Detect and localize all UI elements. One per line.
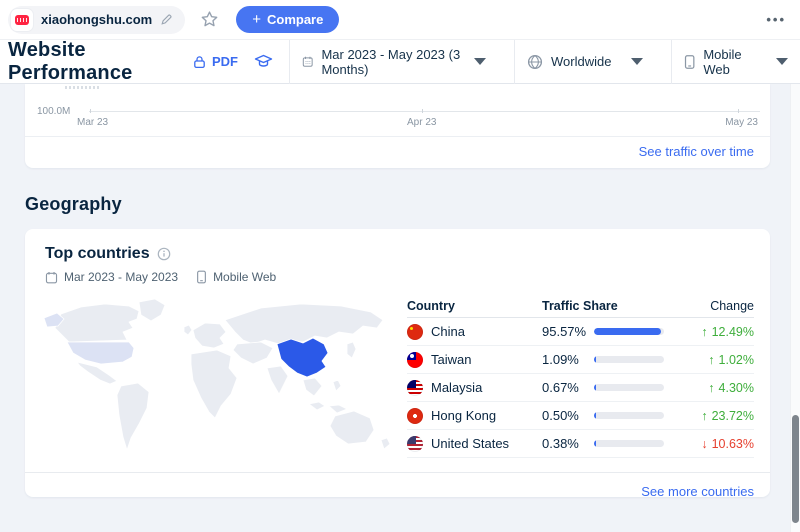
domain-selector[interactable]: xiaohongshu.com	[8, 6, 185, 34]
traffic-over-time-card: 100.0M Mar 23 Apr 23 May 23 See traffic …	[25, 84, 770, 168]
lock-icon	[193, 55, 206, 69]
see-traffic-over-time-link[interactable]: See traffic over time	[639, 144, 754, 159]
traffic-share-value: 0.50%	[542, 408, 592, 423]
page-scrollbar-track[interactable]	[790, 84, 800, 532]
change-arrow-icon: ↓	[701, 437, 707, 451]
region-dropdown[interactable]: Worldwide	[515, 40, 655, 83]
change-arrow-icon: ↑	[701, 325, 707, 339]
table-row[interactable]: United States 0.38% ↓ 10.63%	[407, 430, 754, 458]
clipped-axis-label	[65, 86, 99, 89]
divider	[25, 136, 770, 137]
united-states-flag-icon	[407, 436, 423, 452]
xiaohongshu-favicon-icon	[11, 9, 33, 31]
col-country: Country	[407, 299, 542, 313]
country-name: United States	[431, 436, 509, 451]
country-name: Hong Kong	[431, 408, 496, 423]
edit-pencil-icon[interactable]	[160, 13, 173, 26]
table-header-row: Country Traffic Share Change	[407, 294, 754, 318]
traffic-share-bar	[594, 384, 664, 391]
table-row[interactable]: Malaysia 0.67% ↑ 4.30%	[407, 374, 754, 402]
change-value: 23.72%	[712, 409, 754, 423]
traffic-share-bar	[594, 440, 664, 447]
x-axis-line	[89, 111, 760, 112]
table-row[interactable]: Hong Kong 0.50% ↑ 23.72%	[407, 402, 754, 430]
traffic-share-value: 1.09%	[542, 352, 592, 367]
y-axis-label: 100.0M	[37, 106, 70, 117]
top-countries-table: Country Traffic Share Change China 95.57…	[407, 294, 754, 463]
top-countries-title: Top countries	[45, 245, 150, 263]
change-arrow-icon: ↑	[708, 381, 714, 395]
globe-icon	[527, 54, 543, 70]
country-name: Malaysia	[431, 380, 482, 395]
traffic-share-value: 95.57%	[542, 324, 592, 339]
x-tick-apr: Apr 23	[407, 117, 436, 128]
change-value: 12.49%	[712, 325, 754, 339]
academy-cap-icon[interactable]	[254, 54, 273, 69]
calendar-icon	[45, 271, 58, 284]
info-icon[interactable]	[157, 247, 171, 261]
mobile-device-icon	[196, 270, 207, 284]
compare-label: Compare	[267, 12, 323, 27]
platform-value: Mobile Web	[703, 47, 768, 77]
date-range-value: Mar 2023 - May 2023 (3 Months)	[321, 47, 466, 77]
x-tick-mar: Mar 23	[77, 117, 108, 128]
x-tick-may: May 23	[725, 117, 758, 128]
change-value: 10.63%	[712, 437, 754, 451]
compare-button[interactable]: + Compare	[236, 6, 339, 33]
favorite-star-icon[interactable]	[199, 9, 220, 30]
table-row[interactable]: Taiwan 1.09% ↑ 1.02%	[407, 346, 754, 374]
hong-kong-flag-icon	[407, 408, 423, 424]
download-pdf-button[interactable]: PDF	[193, 54, 238, 69]
geography-section-title: Geography	[25, 194, 800, 215]
world-map	[41, 294, 397, 463]
calendar-icon	[302, 54, 313, 69]
platform-dropdown[interactable]: Mobile Web	[672, 40, 800, 83]
page-scrollbar-thumb[interactable]	[792, 415, 799, 523]
plus-icon: +	[252, 12, 261, 27]
main-content: 100.0M Mar 23 Apr 23 May 23 See traffic …	[0, 84, 800, 497]
traffic-share-bar	[594, 412, 664, 419]
chevron-down-icon	[474, 58, 486, 65]
traffic-share-value: 0.67%	[542, 380, 592, 395]
date-range-dropdown[interactable]: Mar 2023 - May 2023 (3 Months)	[290, 40, 498, 83]
chevron-down-icon	[776, 58, 788, 65]
top-countries-card: Top countries Mar 2023 - May 2023 Mobile…	[25, 229, 770, 497]
see-more-countries-link[interactable]: See more countries	[641, 484, 754, 499]
pdf-label: PDF	[212, 54, 238, 69]
malaysia-flag-icon	[407, 380, 423, 396]
traffic-share-bar	[594, 356, 664, 363]
table-row[interactable]: China 95.57% ↑ 12.49%	[407, 318, 754, 346]
change-value: 1.02%	[719, 353, 754, 367]
more-options-icon[interactable]: •••	[766, 12, 786, 27]
page-title: Website Performance	[0, 39, 193, 85]
mobile-device-icon	[684, 54, 695, 70]
change-arrow-icon: ↑	[708, 353, 714, 367]
top-bar: xiaohongshu.com + Compare •••	[0, 0, 800, 40]
country-name: Taiwan	[431, 352, 471, 367]
region-value: Worldwide	[551, 54, 611, 69]
card-date-range: Mar 2023 - May 2023	[64, 270, 178, 284]
page-header: Website Performance PDF Mar 2023 - May 2…	[0, 40, 800, 84]
chevron-down-icon	[631, 58, 643, 65]
col-traffic-share: Traffic Share	[542, 299, 660, 313]
china-flag-icon	[407, 324, 423, 340]
change-arrow-icon: ↑	[701, 409, 707, 423]
country-name: China	[431, 324, 465, 339]
traffic-share-value: 0.38%	[542, 436, 592, 451]
card-platform: Mobile Web	[213, 270, 276, 284]
taiwan-flag-icon	[407, 352, 423, 368]
domain-name: xiaohongshu.com	[41, 12, 152, 27]
col-change: Change	[710, 299, 754, 313]
traffic-share-bar	[594, 328, 664, 335]
change-value: 4.30%	[719, 381, 754, 395]
